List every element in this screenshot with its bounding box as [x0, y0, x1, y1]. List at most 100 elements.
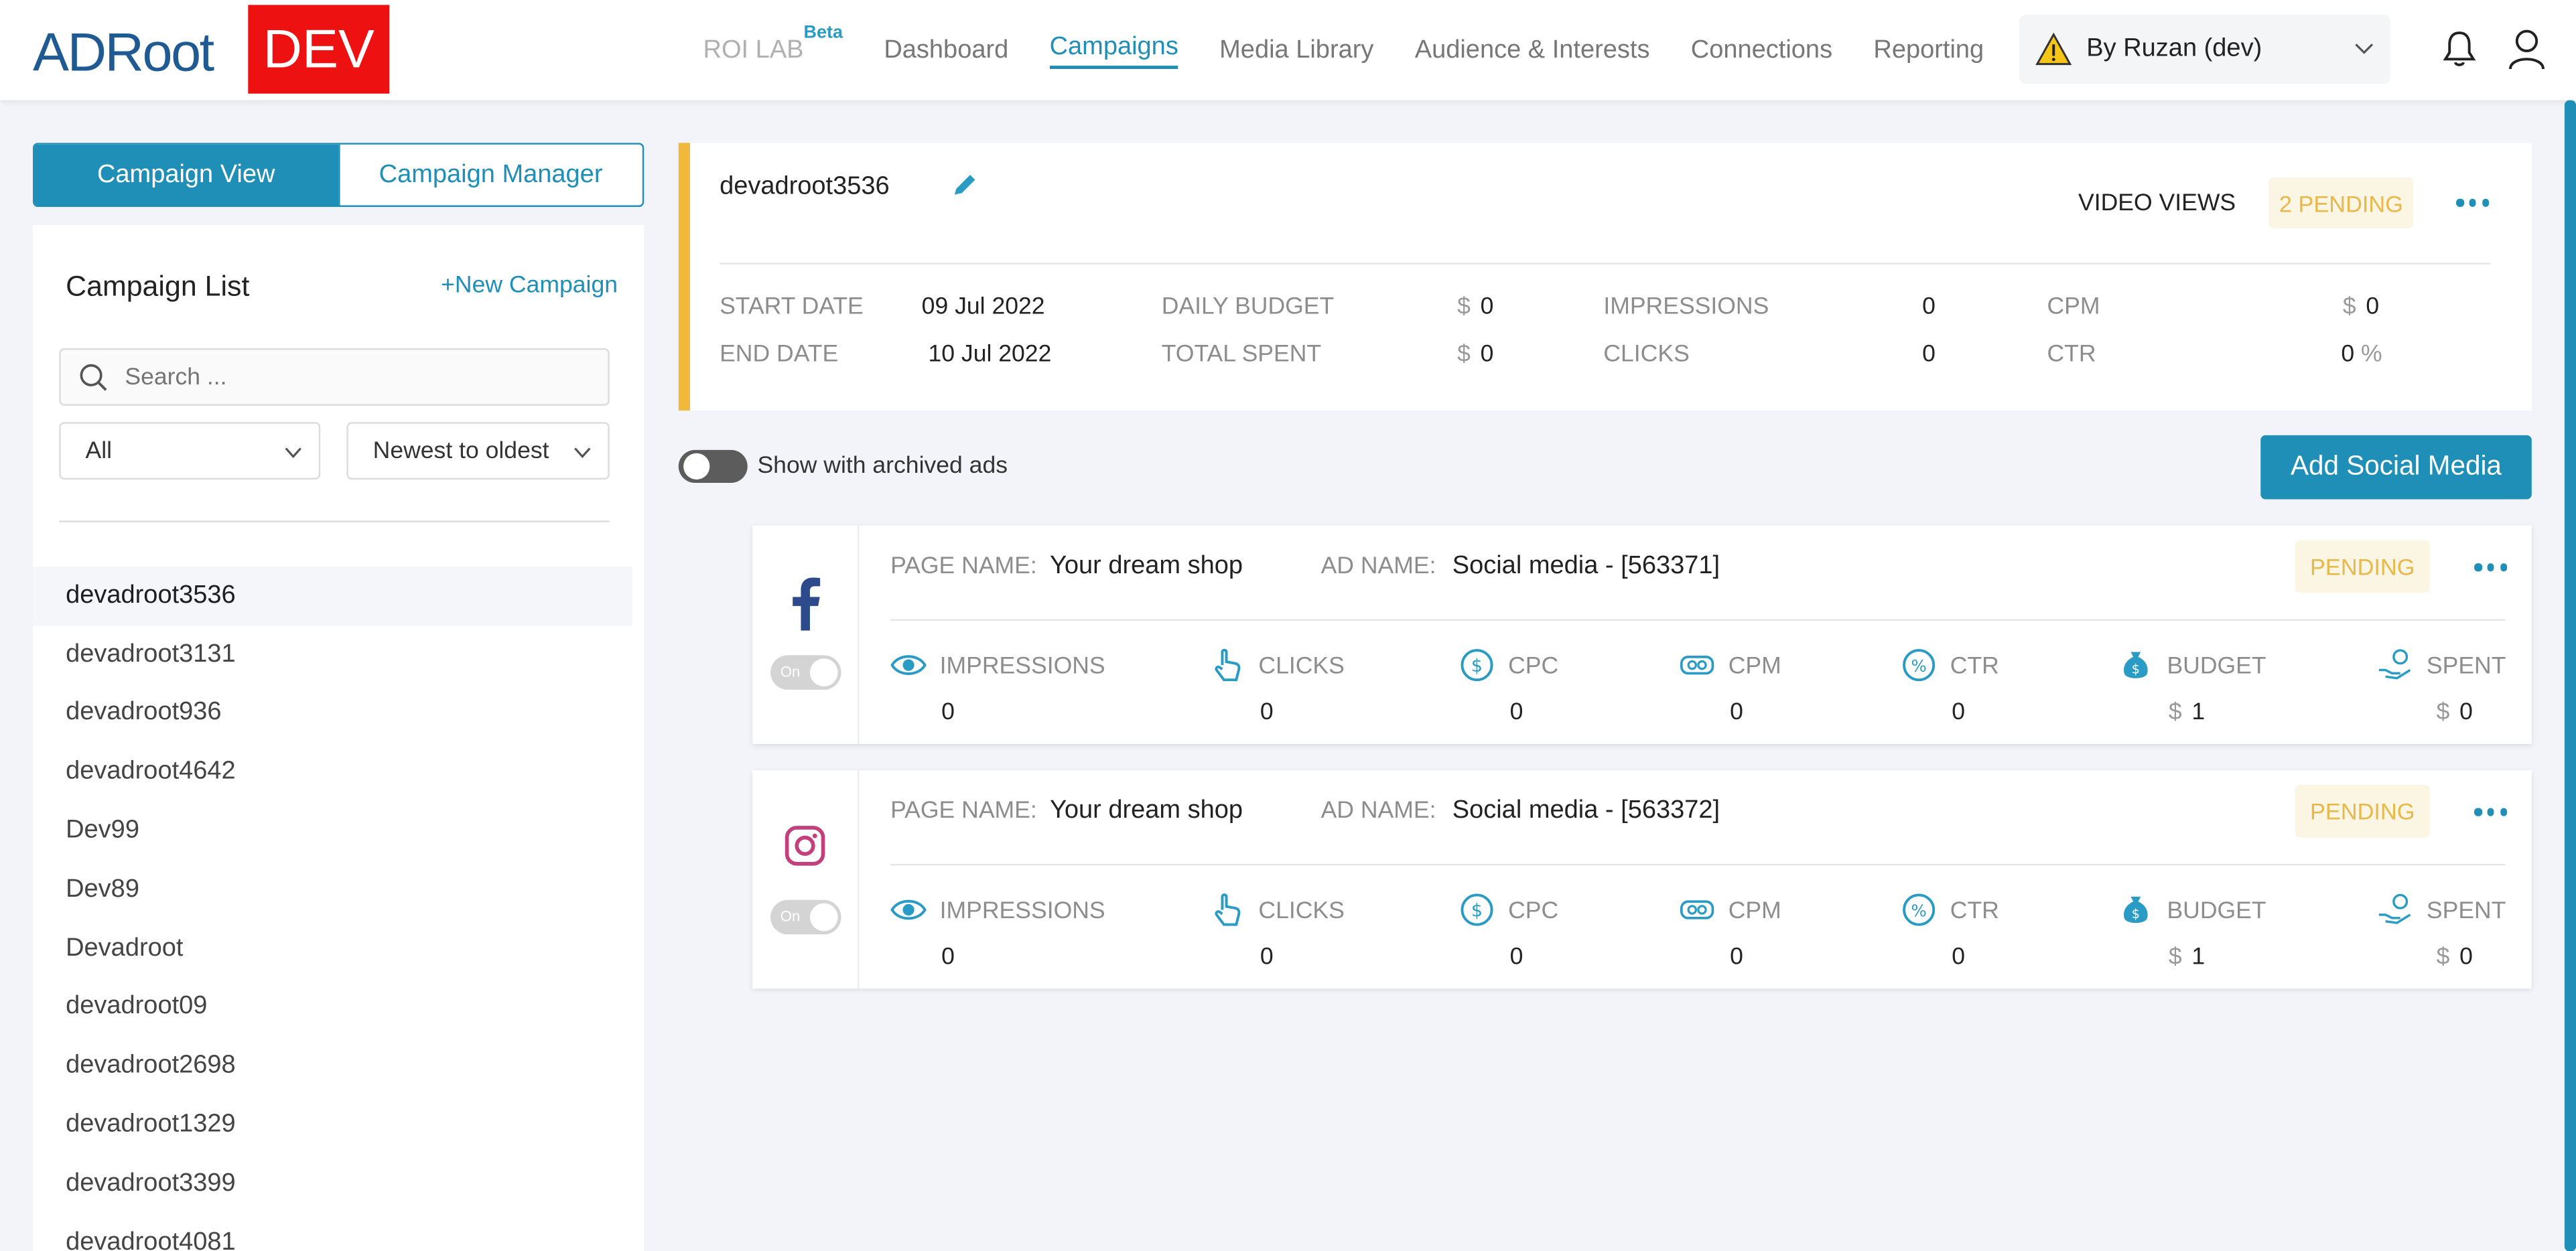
campaign-list-item[interactable]: devadroot09 [33, 978, 632, 1037]
money-bag-icon: $ [2124, 652, 2148, 678]
metric-label: SPENT [2426, 898, 2506, 925]
divider [890, 619, 2506, 621]
spent-amount: 0 [2459, 944, 2473, 971]
nav-audience-interests[interactable]: Audience & Interests [1415, 35, 1650, 65]
campaign-list-item[interactable]: Dev89 [33, 861, 632, 919]
ad-active-switch[interactable]: On [770, 899, 841, 935]
page-name-label: PAGE NAME: [890, 553, 1037, 580]
campaign-list-panel: Campaign List +New Campaign All Newest t… [33, 224, 645, 1251]
end-date-label: END DATE [720, 342, 839, 368]
hand-money-icon [2378, 893, 2411, 924]
account-name: By Ruzan (dev) [2086, 34, 2262, 63]
ctr-value: 0% [2341, 342, 2382, 368]
campaign-list-title: Campaign List [66, 269, 250, 303]
filter-select[interactable]: All [59, 422, 321, 480]
campaign-list-item[interactable]: devadroot1329 [33, 1096, 632, 1155]
campaign-list: devadroot3536 devadroot3131 devadroot936… [33, 567, 633, 1251]
svg-text:%: % [1911, 656, 1927, 676]
metric-label: CPM [1728, 653, 1781, 680]
divider [890, 863, 2506, 866]
campaign-list-item[interactable]: devadroot4081 [33, 1213, 632, 1251]
warning-icon [2035, 33, 2072, 66]
nav-media-library[interactable]: Media Library [1219, 35, 1373, 65]
currency-symbol: $ [2436, 699, 2450, 726]
ad-platform-column: On [752, 525, 860, 744]
metric-value: 0 [1260, 944, 1274, 971]
status-badge: PENDING [2295, 785, 2430, 838]
tab-campaign-manager[interactable]: Campaign Manager [337, 144, 642, 206]
edit-pencil-icon[interactable] [949, 171, 979, 200]
ad-name-label: AD NAME: [1320, 553, 1436, 580]
spent-amount: 0 [2459, 699, 2473, 726]
total-spent-amount: 0 [1480, 342, 1494, 368]
budget-amount: 1 [2191, 699, 2206, 726]
campaign-objective: VIDEO VIEWS [2078, 190, 2236, 217]
click-hand-icon [1215, 648, 1241, 682]
sort-select[interactable]: Newest to oldest [346, 422, 610, 480]
search-icon [80, 363, 107, 390]
campaign-list-item[interactable]: devadroot3399 [33, 1155, 632, 1213]
ad-name-label: AD NAME: [1320, 798, 1436, 825]
adroot-logo[interactable]: ADRoot [33, 17, 214, 89]
cost-per-click-icon: $ [1461, 893, 1493, 926]
nav-reporting[interactable]: Reporting [1873, 35, 1984, 65]
add-social-media-button[interactable]: Add Social Media [2260, 435, 2532, 500]
user-icon[interactable] [2507, 28, 2547, 71]
metric-value: 0 [1730, 699, 1743, 726]
nav-roi-lab[interactable]: ROI LABBeta [703, 23, 843, 66]
nav-campaigns[interactable]: Campaigns [1049, 32, 1178, 68]
campaign-summary-card: devadroot3536 VIDEO VIEWS 2 PENDING STAR… [678, 143, 2532, 411]
account-selector[interactable]: By Ruzan (dev) [2019, 15, 2390, 84]
chevron-down-icon [574, 447, 591, 459]
beta-badge: Beta [803, 23, 843, 44]
tab-campaign-view[interactable]: Campaign View [34, 144, 338, 206]
percent-icon: % [1903, 649, 1936, 682]
svg-text:$: $ [2132, 906, 2140, 922]
ctr-amount: 0 [2341, 342, 2355, 368]
metric-value: $1 [2169, 700, 2205, 726]
new-campaign-link[interactable]: +New Campaign [441, 273, 618, 299]
more-options-icon[interactable] [2474, 563, 2508, 573]
metric-label: CTR [1950, 898, 1999, 925]
ctr-label: CTR [2047, 342, 2096, 368]
nav-dashboard[interactable]: Dashboard [884, 35, 1008, 65]
campaign-list-item[interactable]: devadroot3131 [33, 626, 632, 684]
top-header: ADRoot DEV ROI LABBeta Dashboard Campaig… [0, 0, 2576, 100]
nav-connections[interactable]: Connections [1691, 35, 1832, 65]
archived-ads-toggle[interactable] [678, 449, 748, 483]
campaign-list-item[interactable]: Devadroot [33, 919, 632, 978]
start-date-label: START DATE [720, 293, 864, 321]
ad-platform-column: On [752, 770, 860, 989]
svg-text:$: $ [1471, 656, 1483, 676]
campaign-list-item[interactable]: devadroot2698 [33, 1037, 632, 1096]
metric-value: 0 [1730, 944, 1743, 971]
ad-card-instagram: On PAGE NAME: Your dream shop AD NAME: S… [752, 770, 2532, 989]
currency-symbol: $ [2168, 944, 2182, 971]
switch-label: On [780, 663, 801, 680]
click-hand-icon [1215, 893, 1241, 926]
hand-money-icon [2378, 649, 2411, 680]
metric-value: $0 [2437, 700, 2473, 726]
clicks-value: 0 [1922, 342, 1936, 368]
page-scrollbar[interactable] [2564, 100, 2576, 1251]
percent-symbol: % [2361, 342, 2382, 368]
search-input[interactable] [125, 364, 536, 390]
logo-text: ADRoot [33, 21, 214, 82]
metric-value: 0 [1509, 944, 1523, 971]
toggle-knob [809, 658, 838, 687]
metric-label: CPC [1508, 653, 1559, 680]
campaign-list-item[interactable]: Dev99 [33, 802, 632, 861]
campaign-list-item[interactable]: devadroot3536 [33, 567, 633, 626]
bell-icon[interactable] [2441, 29, 2478, 69]
metric-label: CTR [1950, 653, 1999, 680]
ad-active-switch[interactable]: On [770, 655, 841, 690]
more-options-icon[interactable] [2456, 198, 2490, 209]
more-options-icon[interactable] [2474, 808, 2508, 818]
cpm-label: CPM [2047, 293, 2100, 321]
total-spent-label: TOTAL SPENT [1161, 342, 1322, 368]
cost-per-click-icon: $ [1461, 649, 1493, 682]
campaign-list-item[interactable]: devadroot4642 [33, 743, 632, 802]
ad-name-value: Social media - [563371] [1452, 551, 1720, 580]
campaign-list-item[interactable]: devadroot936 [33, 684, 632, 743]
metric-value: 0 [1952, 944, 1966, 971]
